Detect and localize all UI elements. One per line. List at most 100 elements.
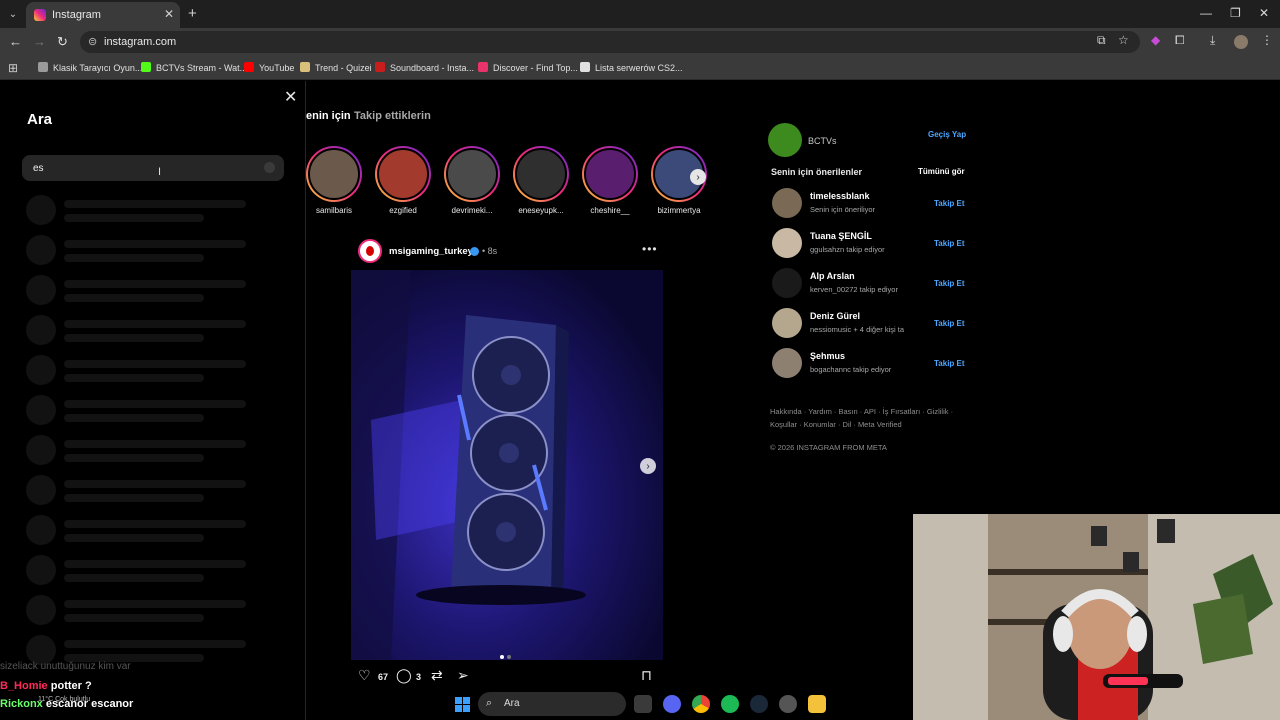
suggestion-subtitle: nessiomusic + 4 diğer kişi ta — [810, 325, 904, 334]
loading-skeleton-row — [26, 595, 256, 625]
loading-skeleton-row — [26, 315, 256, 345]
quiz-icon — [300, 62, 310, 72]
share-icon[interactable]: ➢ — [457, 667, 469, 684]
install-app-icon[interactable]: ⧉ — [1097, 33, 1106, 48]
post-image[interactable] — [351, 270, 663, 660]
tab-following[interactable]: Takip ettiklerin — [354, 110, 431, 122]
bookmark-item[interactable]: YouTube — [244, 62, 294, 73]
story-item[interactable]: devrimeki... — [441, 146, 503, 215]
bookmark-item[interactable]: Discover - Find Top... — [478, 62, 578, 73]
story-item[interactable]: samilbaris — [303, 146, 365, 215]
follow-button[interactable]: Takip Et — [934, 199, 965, 208]
spotify-icon[interactable] — [721, 695, 739, 713]
close-icon[interactable]: ✕ — [284, 87, 297, 107]
follow-button[interactable]: Takip Et — [934, 359, 965, 368]
footer-links[interactable]: Koşullar · Konumlar · Dil · Meta Verifie… — [770, 418, 960, 431]
weather-widget[interactable]: 11°C Çok bulutlu — [38, 696, 90, 703]
suggestions-header: Senin için önerilenler — [771, 167, 863, 177]
search-icon: ⌕ — [486, 697, 493, 709]
avatar[interactable] — [772, 348, 802, 378]
suggestion-name[interactable]: Deniz Gürel — [810, 311, 860, 321]
account-avatar[interactable] — [768, 123, 802, 157]
follow-button[interactable]: Takip Et — [934, 239, 965, 248]
carousel-indicator — [500, 646, 514, 664]
file-explorer-icon[interactable] — [808, 695, 826, 713]
avatar[interactable] — [772, 308, 802, 338]
windows-start-icon[interactable] — [455, 697, 470, 712]
follow-button[interactable]: Takip Et — [934, 319, 965, 328]
account-name[interactable]: BCTVs — [808, 136, 837, 146]
taskbar-search-placeholder: Ara — [504, 698, 520, 709]
follow-button[interactable]: Takip Et — [934, 279, 965, 288]
switch-account-link[interactable]: Geçiş Yap — [928, 130, 966, 139]
stories-next-icon[interactable]: › — [690, 169, 706, 185]
app-icon[interactable] — [779, 695, 797, 713]
close-window-icon[interactable]: ✕ — [1259, 6, 1269, 20]
address-bar[interactable]: ⊜ instagram.com — [80, 31, 1140, 53]
loading-skeleton-row — [26, 435, 256, 465]
avatar[interactable] — [772, 188, 802, 218]
suggestion-subtitle: bogachannc takip ediyor — [810, 365, 892, 374]
apps-grid-icon[interactable]: ⊞ — [8, 61, 18, 75]
more-options-icon[interactable]: ••• — [642, 242, 658, 256]
verified-badge-icon — [470, 247, 479, 256]
post-next-icon[interactable]: › — [640, 458, 656, 474]
bookmark-label: Klasik Tarayıcı Oyun... — [53, 63, 143, 73]
minimize-icon[interactable]: — — [1200, 6, 1212, 20]
bookmark-item[interactable]: Klasik Tarayıcı Oyun... — [38, 62, 142, 73]
repost-icon[interactable]: ⇄ — [431, 667, 443, 684]
menu-kebab-icon[interactable]: ⋮ — [1261, 33, 1273, 47]
post-username[interactable]: msigaming_turkey — [389, 246, 473, 257]
extension-icon[interactable]: ◆ — [1151, 33, 1160, 47]
story-item[interactable]: eneseyupk... — [510, 146, 572, 215]
kick-icon — [141, 62, 151, 72]
suggestion-row: Alp Arslan kerven_00272 takip ediyor Tak… — [772, 268, 967, 300]
browser-toolbar: ← → ↻ ⊜ instagram.com ⧉ ☆ ◆ ⧠ ⤓ ⋮ — [0, 28, 1280, 56]
url-text[interactable]: instagram.com — [104, 36, 176, 48]
bookmark-label: BCTVs Stream - Wat... — [156, 63, 248, 73]
search-input[interactable] — [22, 155, 284, 181]
suggestion-name[interactable]: Tuana ŞENGİL — [810, 231, 872, 241]
back-icon[interactable]: ← — [9, 34, 22, 49]
browser-tabbar: ⌄ Instagram ✕ + — ❐ ✕ — [0, 0, 1280, 28]
post-author-avatar[interactable] — [358, 239, 382, 263]
bookmark-item[interactable]: BCTVs Stream - Wat... — [141, 62, 247, 73]
bookmark-item[interactable]: Soundboard - Insta... — [375, 62, 474, 73]
avatar[interactable] — [772, 228, 802, 258]
clear-search-icon[interactable] — [264, 162, 275, 173]
search-panel-title: Ara — [27, 111, 53, 128]
loading-skeleton-row — [26, 555, 256, 585]
close-tab-icon[interactable]: ✕ — [164, 7, 174, 21]
footer-links[interactable]: Hakkında · Yardım · Basın · API · İş Fır… — [770, 405, 960, 418]
suggestion-name[interactable]: Alp Arslan — [810, 271, 855, 281]
chrome-icon[interactable] — [692, 695, 710, 713]
forward-icon[interactable]: → — [33, 34, 46, 49]
extensions-puzzle-icon[interactable]: ⧠ — [1175, 33, 1185, 48]
story-item[interactable]: ezgified — [372, 146, 434, 215]
see-all-link[interactable]: Tümünü gör — [918, 167, 965, 176]
profile-avatar[interactable] — [1234, 35, 1248, 49]
bookmark-item[interactable]: Lista serwerów CS2... — [580, 62, 683, 73]
task-view-icon[interactable] — [634, 695, 652, 713]
site-info-icon[interactable]: ⊜ — [88, 35, 97, 48]
tab-for-you[interactable]: enin için — [306, 110, 351, 122]
avatar[interactable] — [772, 268, 802, 298]
like-heart-icon[interactable]: ♡ — [358, 667, 371, 684]
steam-icon[interactable] — [750, 695, 768, 713]
bookmark-star-icon[interactable]: ☆ — [1118, 33, 1129, 47]
new-tab-icon[interactable]: + — [188, 5, 197, 22]
story-item[interactable]: cheshire__ — [579, 146, 641, 215]
taskbar-search[interactable]: ⌕ Ara — [478, 692, 626, 716]
discord-icon[interactable] — [663, 695, 681, 713]
tab-search-icon[interactable]: ⌄ — [4, 5, 22, 23]
downloads-icon[interactable]: ⤓ — [1210, 33, 1215, 48]
suggestion-name[interactable]: Şehmus — [810, 351, 845, 361]
reload-icon[interactable]: ↻ — [57, 34, 68, 50]
save-bookmark-icon[interactable]: ⊓ — [641, 667, 652, 684]
restore-icon[interactable]: ❐ — [1230, 6, 1241, 20]
bookmark-item[interactable]: Trend - Quizei — [300, 62, 372, 73]
browser-tab[interactable]: Instagram ✕ — [26, 2, 180, 28]
comment-icon[interactable]: ◯ — [396, 667, 412, 684]
suggestion-name[interactable]: timelessblank — [810, 191, 870, 201]
loading-skeleton-row — [26, 195, 256, 225]
